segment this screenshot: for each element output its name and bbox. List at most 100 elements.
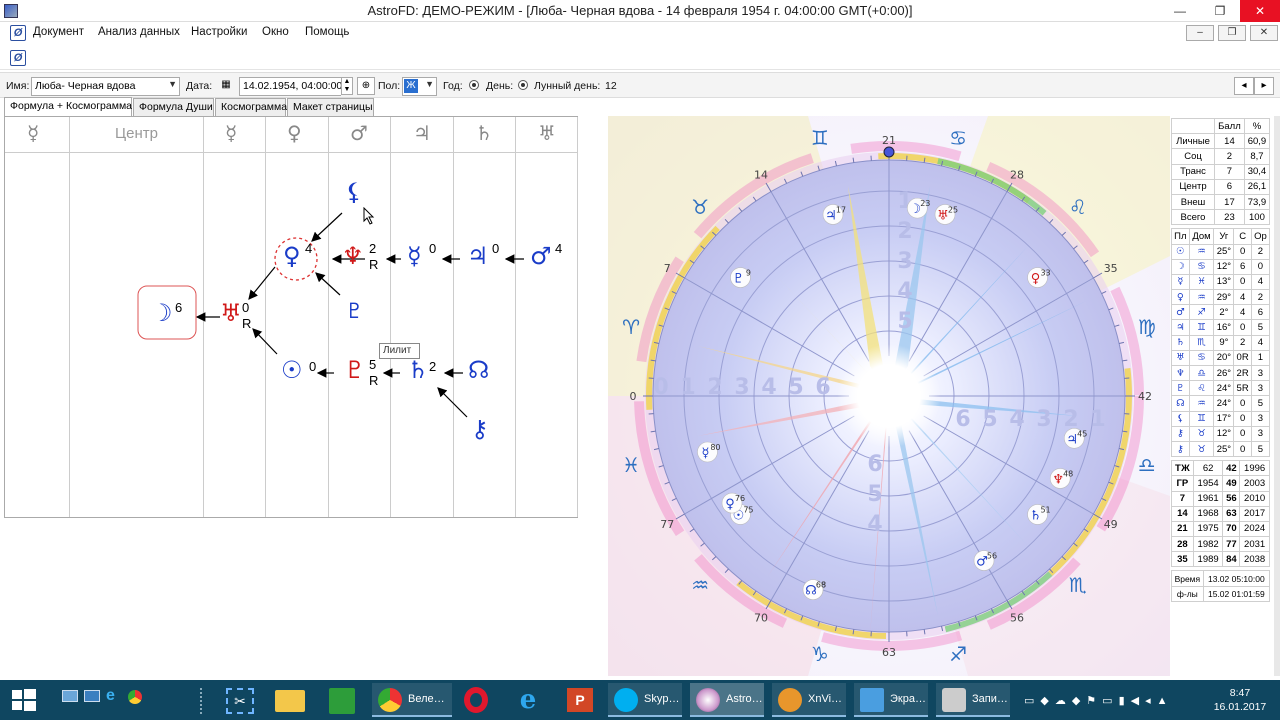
sun-symbol[interactable]: ☉	[281, 357, 303, 383]
date-spinner[interactable]: ▲ ▼	[341, 77, 353, 95]
date-value: 14.02.1954, 04:00:00	[243, 80, 341, 92]
taskbar-astro[interactable]: Astro…	[690, 683, 764, 717]
snipping-tool-icon[interactable]: ✂	[226, 688, 254, 714]
taskbar-skype[interactable]: Skyp…	[608, 683, 682, 717]
day-radio[interactable]	[518, 80, 528, 90]
close-button[interactable]: ✕	[1240, 0, 1280, 22]
row-label: Внеш	[1170, 193, 1216, 211]
chiron-symbol[interactable]: ⚷	[471, 416, 489, 442]
row-score: 7	[1214, 163, 1245, 180]
table-row: Соц 2 8,7	[1170, 148, 1271, 165]
taskbar-chrome[interactable]: Веле…	[372, 683, 452, 717]
stats-head-percent: %	[1243, 117, 1271, 135]
file-explorer-icon[interactable]	[275, 690, 305, 712]
sex-select[interactable]: Ж ▼	[402, 77, 437, 96]
taskbar-recorder[interactable]: Запи…	[936, 683, 1010, 717]
clock[interactable]: 8:47 16.01.2017	[1212, 686, 1268, 714]
tab-page-layout[interactable]: Макет страницы	[287, 98, 374, 116]
new-document-icon[interactable]: Ø	[10, 50, 26, 66]
minimize-button[interactable]: —	[1160, 0, 1200, 22]
row-label: Соц	[1170, 148, 1216, 165]
planet-degree: 25	[948, 205, 958, 214]
sex-label: Пол:	[378, 80, 401, 92]
name-select[interactable]: Люба- Черная вдова ▼	[31, 77, 180, 96]
pluto-main-symbol[interactable]: ♇	[344, 357, 366, 383]
node-symbol[interactable]: ☊	[468, 357, 489, 383]
taskbar-screen[interactable]: Экра…	[854, 683, 928, 717]
lilith-symbol[interactable]: ⚸	[345, 179, 363, 205]
year-radio[interactable]	[469, 80, 479, 90]
table-cell: ♋	[1188, 349, 1215, 367]
tab-formula-cosmogram[interactable]: Формула + Космограмма	[4, 97, 132, 116]
table-cell: 1	[1250, 349, 1271, 367]
pluto-retro: R	[369, 373, 379, 388]
planet-degree: 76	[735, 494, 745, 503]
menu-help[interactable]: Помощь	[305, 26, 349, 38]
column-header: Ор	[1250, 228, 1271, 245]
table-cell: 0	[1233, 395, 1252, 412]
tab-cosmogram[interactable]: Космограмма	[215, 98, 287, 116]
globe-icon[interactable]: ⊕	[357, 77, 375, 95]
inner-number: 5	[788, 375, 803, 400]
table-cell: 29°	[1213, 289, 1235, 306]
maximize-button[interactable]: ❐	[1200, 0, 1240, 22]
neptune-symbol[interactable]: ♆	[342, 243, 364, 269]
table-cell: 3	[1250, 425, 1271, 442]
ie-icon[interactable]: e	[500, 684, 556, 716]
table-cell: 0	[1233, 319, 1252, 336]
opera-icon[interactable]	[448, 684, 504, 716]
mdi-close-button[interactable]: ✕	[1250, 25, 1278, 41]
table-cell: ♒	[1188, 243, 1215, 260]
venus-symbol[interactable]: ♀	[283, 243, 301, 269]
powerpoint-icon[interactable]: P	[552, 684, 608, 716]
menu-data-analysis[interactable]: Анализ данных	[98, 26, 180, 38]
table-cell: 4	[1250, 334, 1271, 351]
date-input[interactable]: 14.02.1954, 04:00:00	[239, 77, 341, 96]
mars-symbol[interactable]: ♂	[530, 243, 552, 269]
mercury-symbol[interactable]: ☿	[407, 243, 422, 269]
taskbar-xnview[interactable]: XnVi…	[772, 683, 846, 717]
menu-settings[interactable]: Настройки	[191, 26, 247, 38]
row-percent: 30,4	[1243, 163, 1271, 180]
uranus-symbol[interactable]: ♅	[220, 300, 242, 326]
calendar-icon[interactable]: ▦	[217, 77, 235, 95]
table-cell: 0	[1233, 243, 1252, 260]
pluto-symbol[interactable]: ♇	[345, 298, 364, 324]
mdi-minimize-button[interactable]: –	[1186, 25, 1214, 41]
chrome-quick-icon[interactable]	[128, 690, 142, 704]
planet-glyph: ☽	[1171, 258, 1190, 275]
next-arrow-button[interactable]: ▸	[1254, 77, 1274, 95]
lunar-day-label: Лунный день:	[534, 80, 601, 92]
menu-window[interactable]: Окно	[262, 26, 289, 38]
tab-soul-formula[interactable]: Формула Души	[133, 98, 214, 116]
menu-document[interactable]: Документ	[33, 26, 84, 38]
taskbar-chrome-label: Веле…	[408, 693, 445, 705]
show-desktop-icon[interactable]	[62, 690, 78, 702]
taskbar-skype-label: Skyp…	[644, 693, 680, 705]
mdi-restore-button[interactable]: ❐	[1218, 25, 1246, 41]
monitor-icon[interactable]	[84, 690, 100, 702]
document-icon[interactable]: Ø	[10, 25, 26, 41]
planet-degree: 56	[987, 552, 997, 561]
table-cell: 6	[1233, 258, 1252, 275]
zodiac-sign-leo: ♌	[1069, 195, 1087, 219]
table-row: 14 1968 63 2017	[1171, 505, 1270, 522]
table-row: Время 13.02 05:10:00	[1171, 570, 1271, 587]
windows-start-icon[interactable]	[12, 689, 36, 711]
tray-icons[interactable]: ▭◆☁◆⚑▭▮◀◂▲	[1024, 694, 1174, 707]
table-cell: 2	[1250, 243, 1271, 260]
vertical-scrollbar[interactable]	[1274, 116, 1280, 676]
ie-quick-icon[interactable]: e	[106, 687, 115, 705]
planet-glyph: ♇	[733, 272, 745, 287]
moon-symbol[interactable]: ☽	[151, 300, 173, 326]
store-icon[interactable]	[329, 688, 355, 714]
row-label: Личные	[1170, 133, 1216, 150]
planet-glyph: ⚷	[1171, 425, 1190, 442]
saturn-symbol[interactable]: ♄	[407, 357, 429, 383]
prev-arrow-button[interactable]: ◂	[1234, 77, 1254, 95]
jupiter-symbol[interactable]: ♃	[467, 243, 489, 269]
lilith-tooltip: Лилит	[379, 343, 420, 359]
table-cell: 1996	[1239, 460, 1270, 477]
table-cell: 4	[1233, 304, 1252, 321]
planet-degree: 17	[836, 205, 846, 214]
